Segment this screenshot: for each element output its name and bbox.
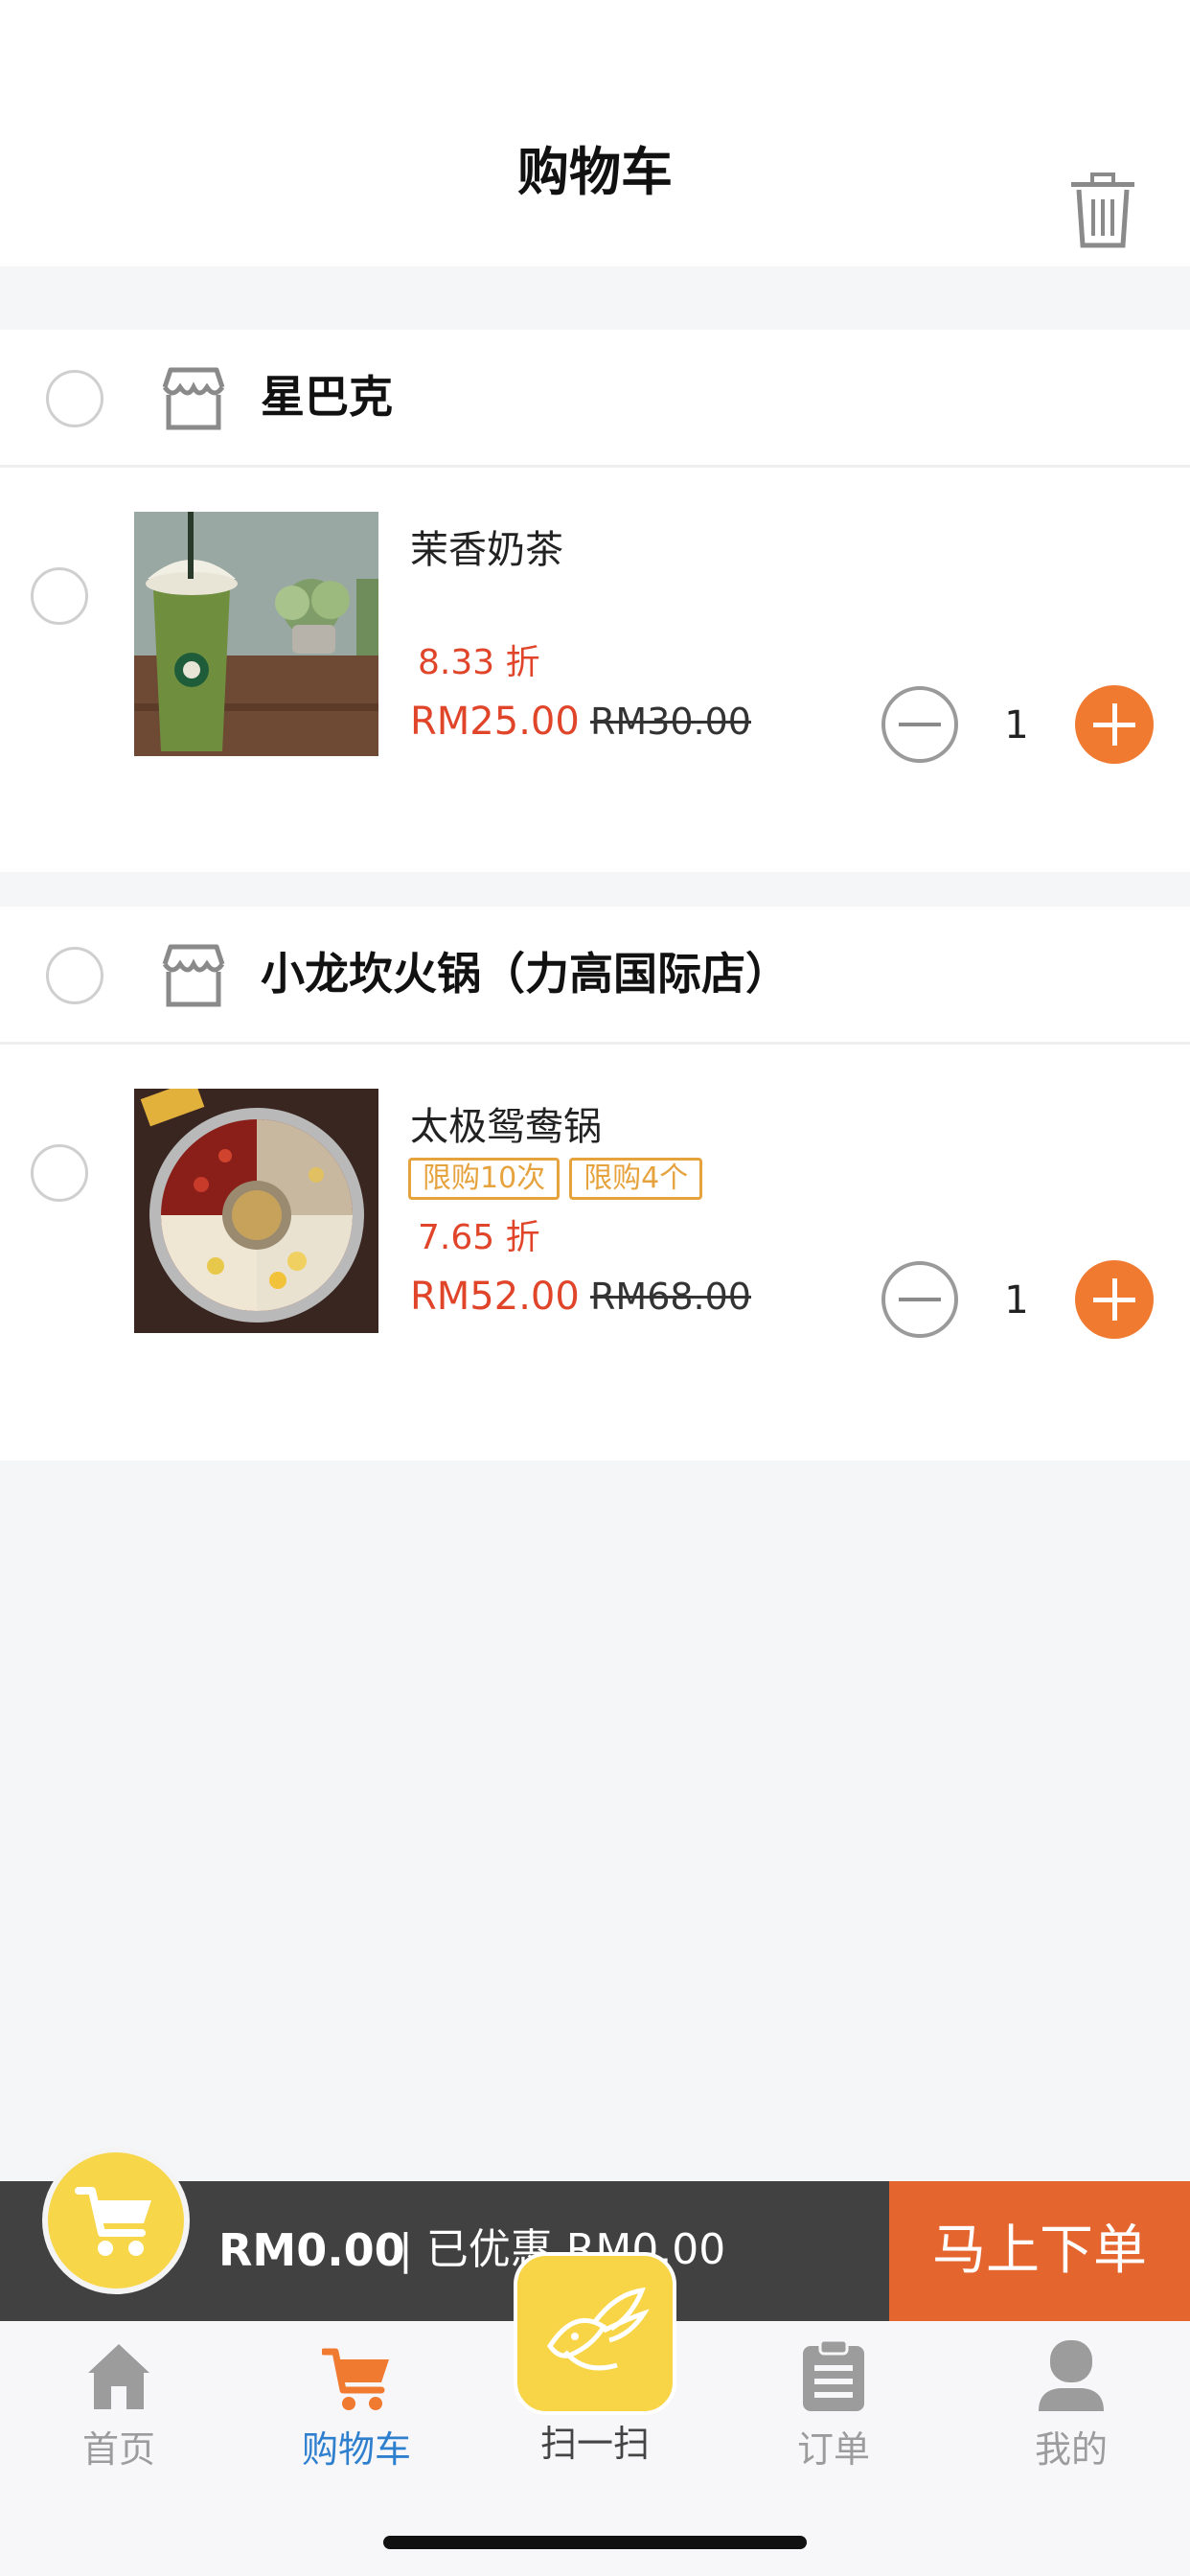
- store-select-radio[interactable]: [46, 947, 103, 1004]
- store-header: 小龙坎火锅（力高国际店）: [0, 907, 1190, 1045]
- scan-button[interactable]: [514, 2252, 676, 2415]
- tab-home[interactable]: 首页: [23, 2338, 215, 2482]
- tab-label: 我的: [1034, 2428, 1108, 2471]
- tab-label: 订单: [796, 2428, 870, 2471]
- increase-quantity-button[interactable]: [1075, 1260, 1154, 1339]
- user-icon: [1039, 2340, 1104, 2411]
- item-select-radio[interactable]: [31, 567, 88, 625]
- store-name[interactable]: 星巴克: [261, 368, 393, 426]
- store-name[interactable]: 小龙坎火锅（力高国际店）: [261, 945, 790, 1002]
- item-price: RM25.00: [410, 700, 580, 744]
- discount-label: 7.65 折: [418, 1218, 540, 1257]
- store-group-hotpot: 小龙坎火锅（力高国际店） 太极鸳鸯锅 限购10次 限购4个 7.65 折 RM5…: [0, 907, 1190, 1460]
- store-select-radio[interactable]: [46, 370, 103, 427]
- cart-item: 太极鸳鸯锅 限购10次 限购4个 7.65 折 RM52.00 RM68.00 …: [0, 1045, 1190, 1447]
- item-name: 茉香奶茶: [410, 528, 563, 572]
- cart-bubble[interactable]: [42, 2147, 190, 2294]
- increase-quantity-button[interactable]: [1075, 685, 1154, 764]
- product-image-matcha-drink[interactable]: [134, 512, 378, 756]
- home-indicator: [383, 2536, 807, 2549]
- header: 购物车: [0, 0, 1190, 266]
- item-price: RM52.00: [410, 1275, 580, 1319]
- discount-label: 8.33 折: [418, 643, 540, 682]
- decrease-quantity-button[interactable]: [881, 686, 958, 763]
- cart-icon: [75, 2187, 151, 2256]
- tab-label: 购物车: [301, 2428, 411, 2471]
- trash-icon[interactable]: [1069, 172, 1136, 249]
- tab-label-scan[interactable]: 扫一扫: [499, 2421, 691, 2467]
- place-order-button[interactable]: 马上下单: [889, 2181, 1190, 2321]
- tab-label: 首页: [81, 2428, 155, 2471]
- tab-profile[interactable]: 我的: [975, 2338, 1167, 2482]
- item-select-radio[interactable]: [31, 1144, 88, 1202]
- tab-cart[interactable]: 购物车: [261, 2338, 452, 2482]
- scan-logo-icon: [547, 2287, 650, 2371]
- decrease-quantity-button[interactable]: [881, 1261, 958, 1338]
- quantity-value: 1: [1004, 703, 1029, 748]
- original-price: RM30.00: [590, 701, 751, 743]
- quantity-value: 1: [1004, 1278, 1029, 1322]
- store-header: 星巴克: [0, 330, 1190, 468]
- total-price: RM0.00: [218, 2224, 405, 2276]
- product-image-hotpot[interactable]: [134, 1089, 378, 1333]
- limit-tag: 限购10次: [408, 1158, 561, 1200]
- store-group-starbucks: 星巴克 茉香奶茶 8.33 折 RM25.00 RM30.00 1: [0, 330, 1190, 872]
- home-icon: [88, 2344, 149, 2409]
- purchase-limit-tags: 限购10次 限购4个: [408, 1158, 703, 1200]
- item-name: 太极鸳鸯锅: [410, 1105, 602, 1149]
- shop-icon: [162, 367, 225, 430]
- shop-icon: [162, 944, 225, 1007]
- page-title: 购物车: [517, 142, 673, 202]
- limit-tag: 限购4个: [569, 1158, 703, 1200]
- cart-icon: [322, 2348, 389, 2410]
- cart-item: 茉香奶茶 8.33 折 RM25.00 RM30.00 1: [0, 468, 1190, 870]
- clipboard-icon: [803, 2338, 864, 2411]
- original-price: RM68.00: [590, 1276, 751, 1318]
- tab-orders[interactable]: 订单: [738, 2338, 929, 2482]
